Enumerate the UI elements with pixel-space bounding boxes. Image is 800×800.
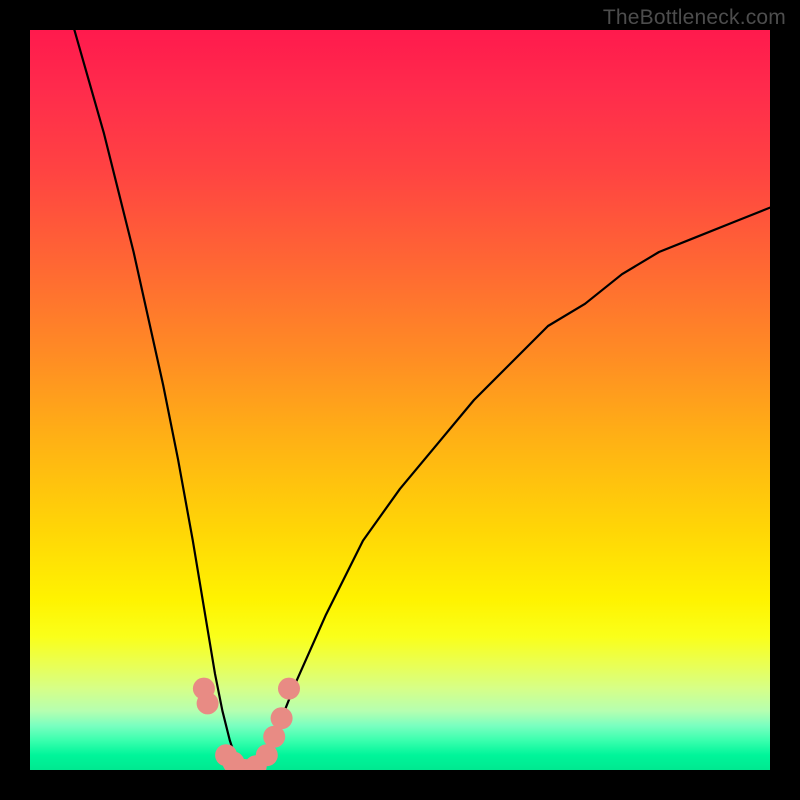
watermark-text: TheBottleneck.com <box>603 6 786 30</box>
data-marker <box>197 692 219 714</box>
bottleneck-curve <box>30 30 770 770</box>
plot-area <box>30 30 770 770</box>
data-marker <box>278 678 300 700</box>
chart-frame: TheBottleneck.com <box>0 0 800 800</box>
curve-path <box>74 30 770 770</box>
data-marker <box>271 707 293 729</box>
